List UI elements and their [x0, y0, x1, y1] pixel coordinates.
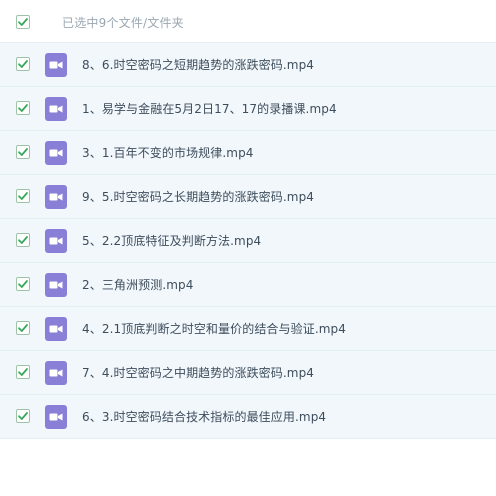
checkmark-icon [18, 60, 28, 68]
video-file-icon [45, 53, 67, 77]
checkmark-icon [18, 18, 28, 26]
file-name: 1、易学与金融在5月2日17、17的录播课.mp4 [82, 102, 337, 116]
file-row[interactable]: 5、2.2顶底特征及判断方法.mp4 [0, 219, 496, 263]
selection-count-text: 已选中9个文件/文件夹 [62, 16, 184, 30]
video-file-icon [45, 185, 67, 209]
checkmark-icon [18, 324, 28, 332]
video-file-icon [45, 405, 67, 429]
file-name: 7、4.时空密码之中期趋势的涨跌密码.mp4 [82, 366, 315, 380]
file-checkbox[interactable] [16, 57, 30, 71]
empty-area [0, 444, 496, 496]
video-file-icon [45, 229, 67, 253]
file-name: 9、5.时空密码之长期趋势的涨跌密码.mp4 [82, 190, 315, 204]
file-name: 2、三角洲预测.mp4 [82, 278, 194, 292]
checkmark-icon [18, 412, 28, 420]
select-all-checkbox[interactable] [16, 15, 30, 29]
video-file-icon [45, 141, 67, 165]
file-row[interactable]: 1、易学与金融在5月2日17、17的录播课.mp4 [0, 87, 496, 131]
file-checkbox[interactable] [16, 277, 30, 291]
file-row[interactable]: 7、4.时空密码之中期趋势的涨跌密码.mp4 [0, 351, 496, 395]
selection-header: 已选中9个文件/文件夹 [0, 0, 496, 43]
file-row[interactable]: 3、1.百年不变的市场规律.mp4 [0, 131, 496, 175]
file-checkbox[interactable] [16, 365, 30, 379]
file-row[interactable]: 6、3.时空密码结合技术指标的最佳应用.mp4 [0, 395, 496, 439]
checkmark-icon [18, 104, 28, 112]
file-name: 8、6.时空密码之短期趋势的涨跌密码.mp4 [82, 58, 315, 72]
video-file-icon [45, 361, 67, 385]
file-row[interactable]: 8、6.时空密码之短期趋势的涨跌密码.mp4 [0, 43, 496, 87]
file-checkbox[interactable] [16, 189, 30, 203]
file-checkbox[interactable] [16, 409, 30, 423]
checkmark-icon [18, 368, 28, 376]
file-name: 3、1.百年不变的市场规律.mp4 [82, 146, 254, 160]
checkmark-icon [18, 236, 28, 244]
checkmark-icon [18, 148, 28, 156]
file-name: 4、2.1顶底判断之时空和量价的结合与验证.mp4 [82, 322, 346, 336]
file-name: 6、3.时空密码结合技术指标的最佳应用.mp4 [82, 410, 327, 424]
checkmark-icon [18, 192, 28, 200]
video-file-icon [45, 273, 67, 297]
video-file-icon [45, 97, 67, 121]
file-row[interactable]: 4、2.1顶底判断之时空和量价的结合与验证.mp4 [0, 307, 496, 351]
file-name: 5、2.2顶底特征及判断方法.mp4 [82, 234, 262, 248]
video-file-icon [45, 317, 67, 341]
file-selection-panel: 已选中9个文件/文件夹 8、6.时空密码之短期趋势的涨跌密码.mp4 1、易学与… [0, 0, 496, 496]
file-row[interactable]: 9、5.时空密码之长期趋势的涨跌密码.mp4 [0, 175, 496, 219]
file-list: 8、6.时空密码之短期趋势的涨跌密码.mp4 1、易学与金融在5月2日17、17… [0, 43, 496, 439]
checkmark-icon [18, 280, 28, 288]
file-checkbox[interactable] [16, 145, 30, 159]
file-checkbox[interactable] [16, 321, 30, 335]
file-checkbox[interactable] [16, 101, 30, 115]
file-checkbox[interactable] [16, 233, 30, 247]
file-row[interactable]: 2、三角洲预测.mp4 [0, 263, 496, 307]
